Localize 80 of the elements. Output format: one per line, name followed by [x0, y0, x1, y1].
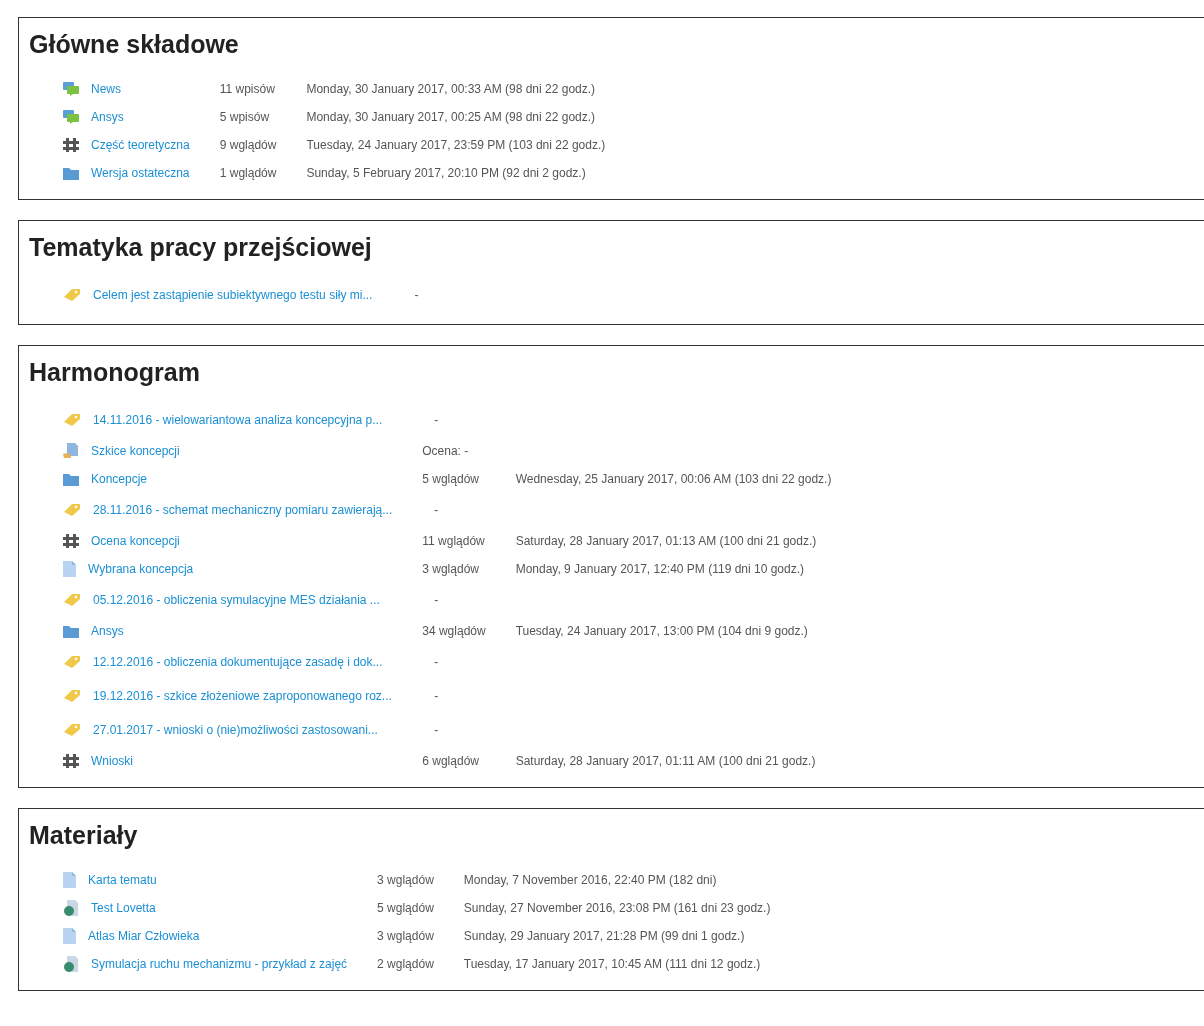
- activity-link[interactable]: Wersja ostateczna: [91, 166, 190, 180]
- section-heading: Tematyka pracy przejściowej: [29, 233, 373, 262]
- last-access-text: Monday, 30 January 2017, 00:33 AM (98 dni 22 godz.): [306, 82, 596, 96]
- count-text: 11 wglądów: [422, 534, 485, 548]
- section-heading: Materiały: [29, 821, 139, 850]
- dash-text: -: [433, 723, 439, 737]
- folder-icon: [63, 624, 79, 638]
- folder-icon: [63, 472, 79, 486]
- speech-bubbles-icon: [63, 110, 79, 124]
- count-text: 11 wpisów: [219, 82, 275, 96]
- page-icon: [63, 872, 76, 888]
- last-access-text: Wednesday, 25 January 2017, 00:06 AM (103 dni 22 godz.): [515, 472, 832, 486]
- last-access-text: Saturday, 28 January 2017, 01:11 AM (100 dni 21 godz.): [515, 754, 816, 768]
- last-access-text: Saturday, 28 January 2017, 01:13 AM (100 dni 21 godz.): [515, 534, 817, 548]
- last-access-text: Monday, 9 January 2017, 12:40 PM (119 dni 10 godz.): [515, 562, 805, 576]
- tag-icon: [63, 723, 81, 737]
- label-link[interactable]: 27.01.2017 - wnioski o (nie)możliwości zastosowani...: [93, 723, 378, 737]
- last-access-text: Sunday, 5 February 2017, 20:10 PM (92 dni 2 godz.): [306, 166, 586, 180]
- tag-icon: [63, 503, 81, 517]
- speech-bubbles-icon: [63, 82, 79, 96]
- dash-text: -: [413, 288, 419, 302]
- count-text: 34 wglądów: [422, 624, 486, 638]
- activity-link[interactable]: Koncepcje: [91, 472, 148, 486]
- dash-text: -: [433, 689, 439, 703]
- activity-link[interactable]: Część teoretyczna: [91, 138, 190, 152]
- file-icon: [63, 900, 79, 916]
- activity-link[interactable]: Wnioski: [91, 754, 133, 768]
- tag-icon: [63, 655, 81, 669]
- label-link[interactable]: Celem jest zastąpienie subiektywnego testu siły mi...: [93, 288, 373, 302]
- dash-text: -: [433, 655, 439, 669]
- dash-text: -: [433, 593, 439, 607]
- page-icon: [63, 561, 76, 577]
- file-icon: [63, 956, 79, 972]
- activity-link[interactable]: Test Lovetta: [91, 901, 156, 915]
- page-icon: [63, 928, 76, 944]
- grid-icon: [63, 753, 79, 769]
- activity-link[interactable]: Karta tematu: [88, 873, 157, 887]
- activity-link[interactable]: Atlas Miar Człowieka: [88, 929, 200, 943]
- count-text: 5 wglądów: [377, 901, 434, 915]
- dash-text: -: [433, 503, 439, 517]
- count-text: 3 wglądów: [377, 929, 434, 943]
- label-link[interactable]: 05.12.2016 - obliczenia symulacyjne MES działania ...: [93, 593, 380, 607]
- label-link[interactable]: 14.11.2016 - wielowariantowa analiza koncepcyjna p...: [93, 413, 383, 427]
- activity-link[interactable]: News: [91, 82, 121, 96]
- count-text: 5 wpisów: [219, 110, 270, 124]
- count-text: 3 wglądów: [377, 873, 434, 887]
- count-text: 2 wglądów: [377, 957, 434, 971]
- label-link[interactable]: 19.12.2016 - szkice złożeniowe zaproponowanego roz...: [93, 689, 392, 703]
- grid-icon: [63, 137, 79, 153]
- section-heading: Harmonogram: [29, 358, 201, 387]
- count-text: Ocena: -: [422, 444, 469, 458]
- tag-icon: [63, 413, 81, 427]
- last-access-text: Sunday, 27 November 2016, 23:08 PM (161 dni 23 godz.): [463, 901, 771, 915]
- activity-link[interactable]: Wybrana koncepcja: [88, 562, 194, 576]
- last-access-text: Monday, 7 November 2016, 22:40 PM (182 dni): [463, 873, 717, 887]
- tag-icon: [63, 593, 81, 607]
- count-text: 3 wglądów: [422, 562, 479, 576]
- last-access-text: Tuesday, 24 January 2017, 13:00 PM (104 dni 9 godz.): [515, 624, 808, 638]
- activity-link[interactable]: Ansys: [91, 110, 124, 124]
- activity-link[interactable]: Szkice koncepcji: [91, 444, 180, 458]
- label-link[interactable]: 28.11.2016 - schemat mechaniczny pomiaru zawierają...: [93, 503, 393, 517]
- last-access-text: Sunday, 29 January 2017, 21:28 PM (99 dni 1 godz.): [463, 929, 745, 943]
- grid-icon: [63, 533, 79, 549]
- count-text: 6 wglądów: [422, 754, 479, 768]
- last-access-text: Monday, 30 January 2017, 00:25 AM (98 dni 22 godz.): [306, 110, 596, 124]
- activity-link[interactable]: Ocena koncepcji: [91, 534, 180, 548]
- count-text: 1 wglądów: [219, 166, 277, 180]
- count-text: 5 wglądów: [422, 472, 479, 486]
- last-access-text: Tuesday, 17 January 2017, 10:45 AM (111 dni 12 godz.): [463, 957, 761, 971]
- activity-link[interactable]: Ansys: [91, 624, 124, 638]
- section-heading: Główne składowe: [29, 30, 240, 59]
- activity-link[interactable]: Symulacja ruchu mechanizmu - przykład z zajęć: [91, 957, 348, 971]
- tag-icon: [63, 288, 81, 302]
- tag-icon: [63, 689, 81, 703]
- folder-icon: [63, 166, 79, 180]
- last-access-text: Tuesday, 24 January 2017, 23:59 PM (103 dni 22 godz.): [306, 138, 606, 152]
- document-icon: [63, 443, 79, 459]
- label-link[interactable]: 12.12.2016 - obliczenia dokumentujące zasadę i dok...: [93, 655, 383, 669]
- count-text: 9 wglądów: [219, 138, 277, 152]
- dash-text: -: [433, 413, 439, 427]
